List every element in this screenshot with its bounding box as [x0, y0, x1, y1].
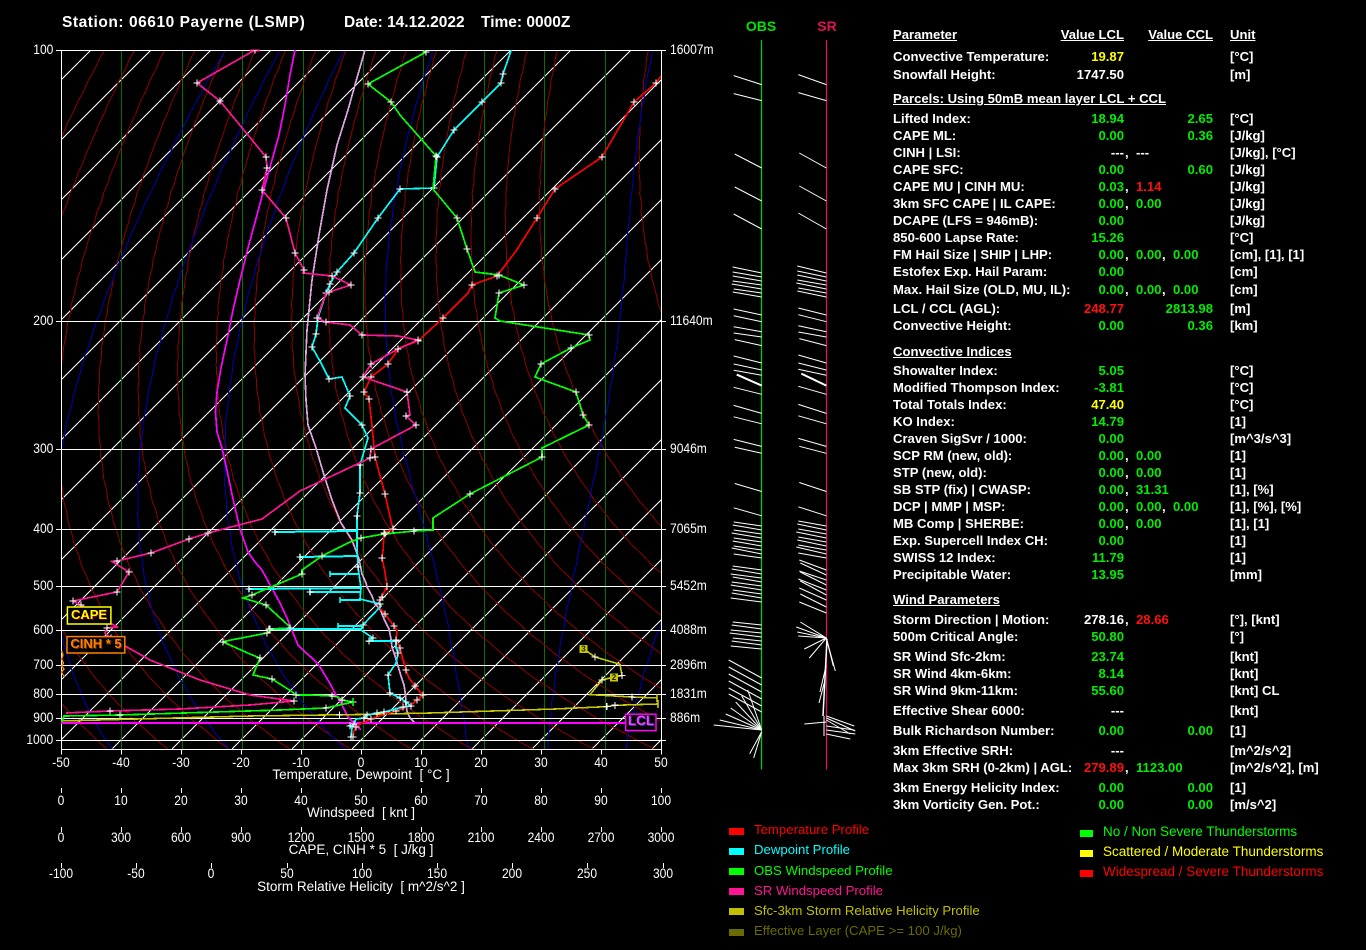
svg-text:3: 3 [581, 645, 586, 654]
svg-text:2: 2 [612, 673, 617, 682]
